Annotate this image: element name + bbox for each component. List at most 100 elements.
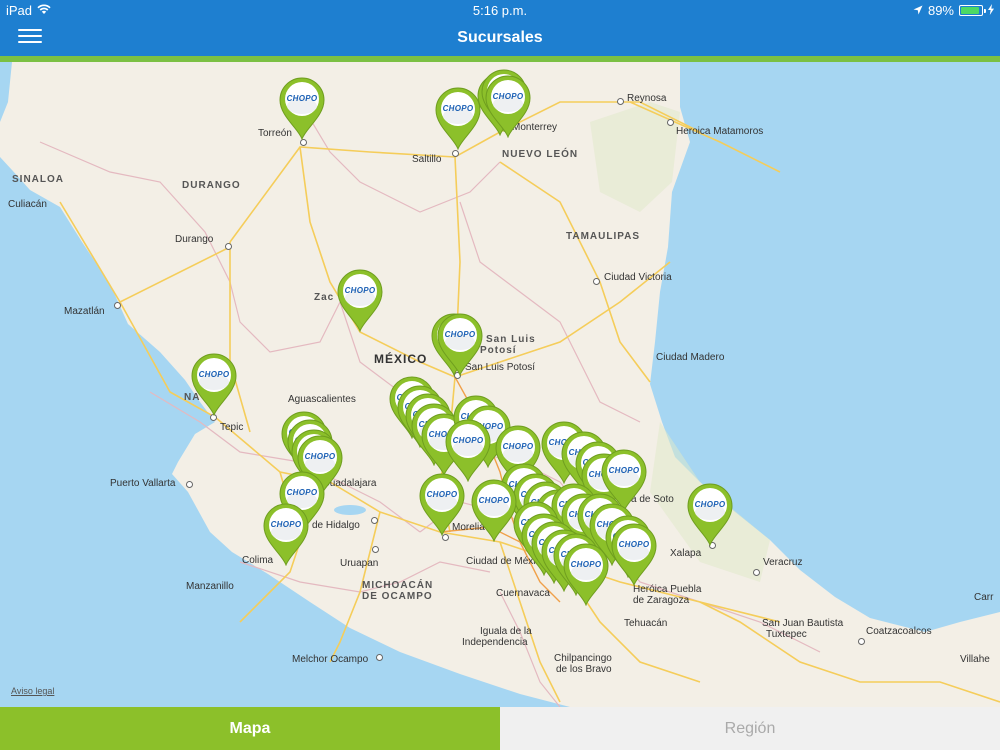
label-mazatlan: Mazatlán (64, 306, 105, 317)
chopo-logo: CHOPO (570, 560, 602, 569)
label-xalapa: Xalapa (670, 548, 702, 559)
label-manzanillo: Manzanillo (186, 581, 234, 592)
status-time: 5:16 p.m. (472, 3, 528, 18)
label-tamaulipas: TAMAULIPAS (566, 231, 641, 242)
label-puebla-2: de Zaragoza (633, 595, 690, 606)
branch-pin[interactable]: CHOPO (262, 502, 310, 566)
chopo-logo: CHOPO (286, 94, 318, 103)
label-chilpancingo-1: Chilpancingo (554, 653, 612, 664)
branch-pin[interactable]: CHOPO (434, 86, 482, 150)
chopo-logo: CHOPO (286, 488, 318, 497)
label-sjb-1: San Juan Bautista (762, 618, 844, 629)
label-melchor: Melchor Ocampo (292, 654, 369, 665)
chopo-logo: CHOPO (694, 500, 726, 509)
pin-marker-icon (687, 483, 733, 546)
map-view[interactable]: SINALOA DURANGO NUEVO LEÓN TAMAULIPAS MÉ… (0, 62, 1000, 707)
battery-percent: 89% (927, 3, 954, 18)
label-michoacan-2: DE OCAMPO (362, 591, 433, 602)
pin-marker-icon (563, 543, 609, 606)
battery-icon (959, 5, 986, 16)
label-durango-state: DURANGO (182, 180, 241, 191)
pin-marker-icon (191, 353, 237, 416)
city-dot (376, 654, 383, 661)
label-ciudad-madero: Ciudad Madero (656, 352, 725, 363)
label-ciudad-victoria: Ciudad Victoria (604, 272, 672, 283)
branch-pin[interactable]: CHOPO (686, 482, 734, 546)
label-sinaloa: SINALOA (12, 174, 64, 185)
tab-map[interactable]: Mapa (0, 707, 500, 750)
tab-bar: Mapa Región (0, 707, 1000, 750)
city-dot (667, 119, 674, 126)
label-uruapan: Uruapan (340, 558, 379, 569)
label-nuevo-leon: NUEVO LEÓN (502, 149, 579, 160)
page-title: Sucursales (457, 29, 543, 46)
pin-marker-icon (611, 523, 657, 586)
pin-marker-icon (337, 269, 383, 332)
chopo-logo: CHOPO (304, 452, 336, 461)
branch-pin[interactable]: CHOPO (436, 312, 484, 376)
city-dot (452, 150, 459, 157)
branch-pin[interactable]: CHOPO (418, 472, 466, 536)
city-dot (753, 569, 760, 576)
branch-pin[interactable]: CHOPO (484, 74, 532, 138)
label-puerto-vallarta: Puerto Vallarta (110, 478, 176, 489)
chopo-logo: CHOPO (618, 540, 650, 549)
city-dot (300, 139, 307, 146)
label-zacatecas: Zac (314, 292, 335, 303)
label-carr: Carr (974, 592, 994, 603)
pin-marker-icon (279, 77, 325, 140)
chopo-logo: CHOPO (452, 436, 484, 445)
city-dot (114, 302, 121, 309)
charging-icon (988, 3, 994, 18)
city-dot (617, 98, 624, 105)
city-dot (371, 517, 378, 524)
chopo-logo: CHOPO (502, 442, 534, 451)
label-durango: Durango (175, 234, 214, 245)
branch-pin[interactable]: CHOPO (278, 76, 326, 140)
pin-marker-icon (485, 75, 531, 138)
city-dot (225, 243, 232, 250)
nav-bar: Sucursales (0, 20, 1000, 56)
label-tepic: Tepic (220, 422, 244, 433)
status-bar: iPad 5:16 p.m. 89% (0, 0, 1000, 20)
city-dot (186, 481, 193, 488)
pin-marker-icon (263, 503, 309, 566)
label-iguala-2: Independencia (462, 637, 528, 648)
chopo-logo: CHOPO (444, 330, 476, 339)
chopo-logo: CHOPO (442, 104, 474, 113)
tab-region[interactable]: Región (500, 707, 1000, 750)
chopo-logo: CHOPO (198, 370, 230, 379)
city-dot (593, 278, 600, 285)
label-sjb-2: Tuxtepec (766, 629, 807, 640)
branch-pin[interactable]: CHOPO (470, 478, 518, 542)
label-slp-1: San Luis (486, 334, 536, 345)
label-michoacan-1: MICHOACÁN (362, 580, 434, 591)
label-saltillo: Saltillo (412, 154, 442, 165)
label-chilpancingo-2: de los Bravo (556, 664, 612, 675)
label-tehuacan: Tehuacán (624, 618, 668, 629)
map-base (0, 62, 1000, 707)
pin-marker-icon (437, 313, 483, 376)
pin-marker-icon (435, 87, 481, 150)
pin-marker-icon (419, 473, 465, 536)
label-villahermosa: Villahe (960, 654, 990, 665)
label-iguala-1: Iguala de la (480, 626, 532, 637)
pin-marker-icon (471, 479, 517, 542)
status-right: 89% (913, 3, 994, 18)
label-matamoros: Heroica Matamoros (676, 126, 764, 137)
label-reynosa: Reynosa (627, 93, 667, 104)
chopo-logo: CHOPO (478, 496, 510, 505)
label-coatzacoalcos: Coatzacoalcos (866, 626, 932, 637)
chopo-logo: CHOPO (344, 286, 376, 295)
branch-pin[interactable]: CHOPO (336, 268, 384, 332)
branch-pin[interactable]: CHOPO (562, 542, 610, 606)
legal-link[interactable]: Aviso legal (11, 686, 54, 696)
branch-pin[interactable]: CHOPO (190, 352, 238, 416)
city-dot (372, 546, 379, 553)
branch-pin[interactable]: CHOPO (610, 522, 658, 586)
city-dot (858, 638, 865, 645)
label-mexico: MÉXICO (374, 352, 428, 366)
label-culiacan: Culiacán (8, 199, 47, 210)
label-veracruz: Veracruz (763, 557, 803, 568)
chopo-logo: CHOPO (426, 490, 458, 499)
